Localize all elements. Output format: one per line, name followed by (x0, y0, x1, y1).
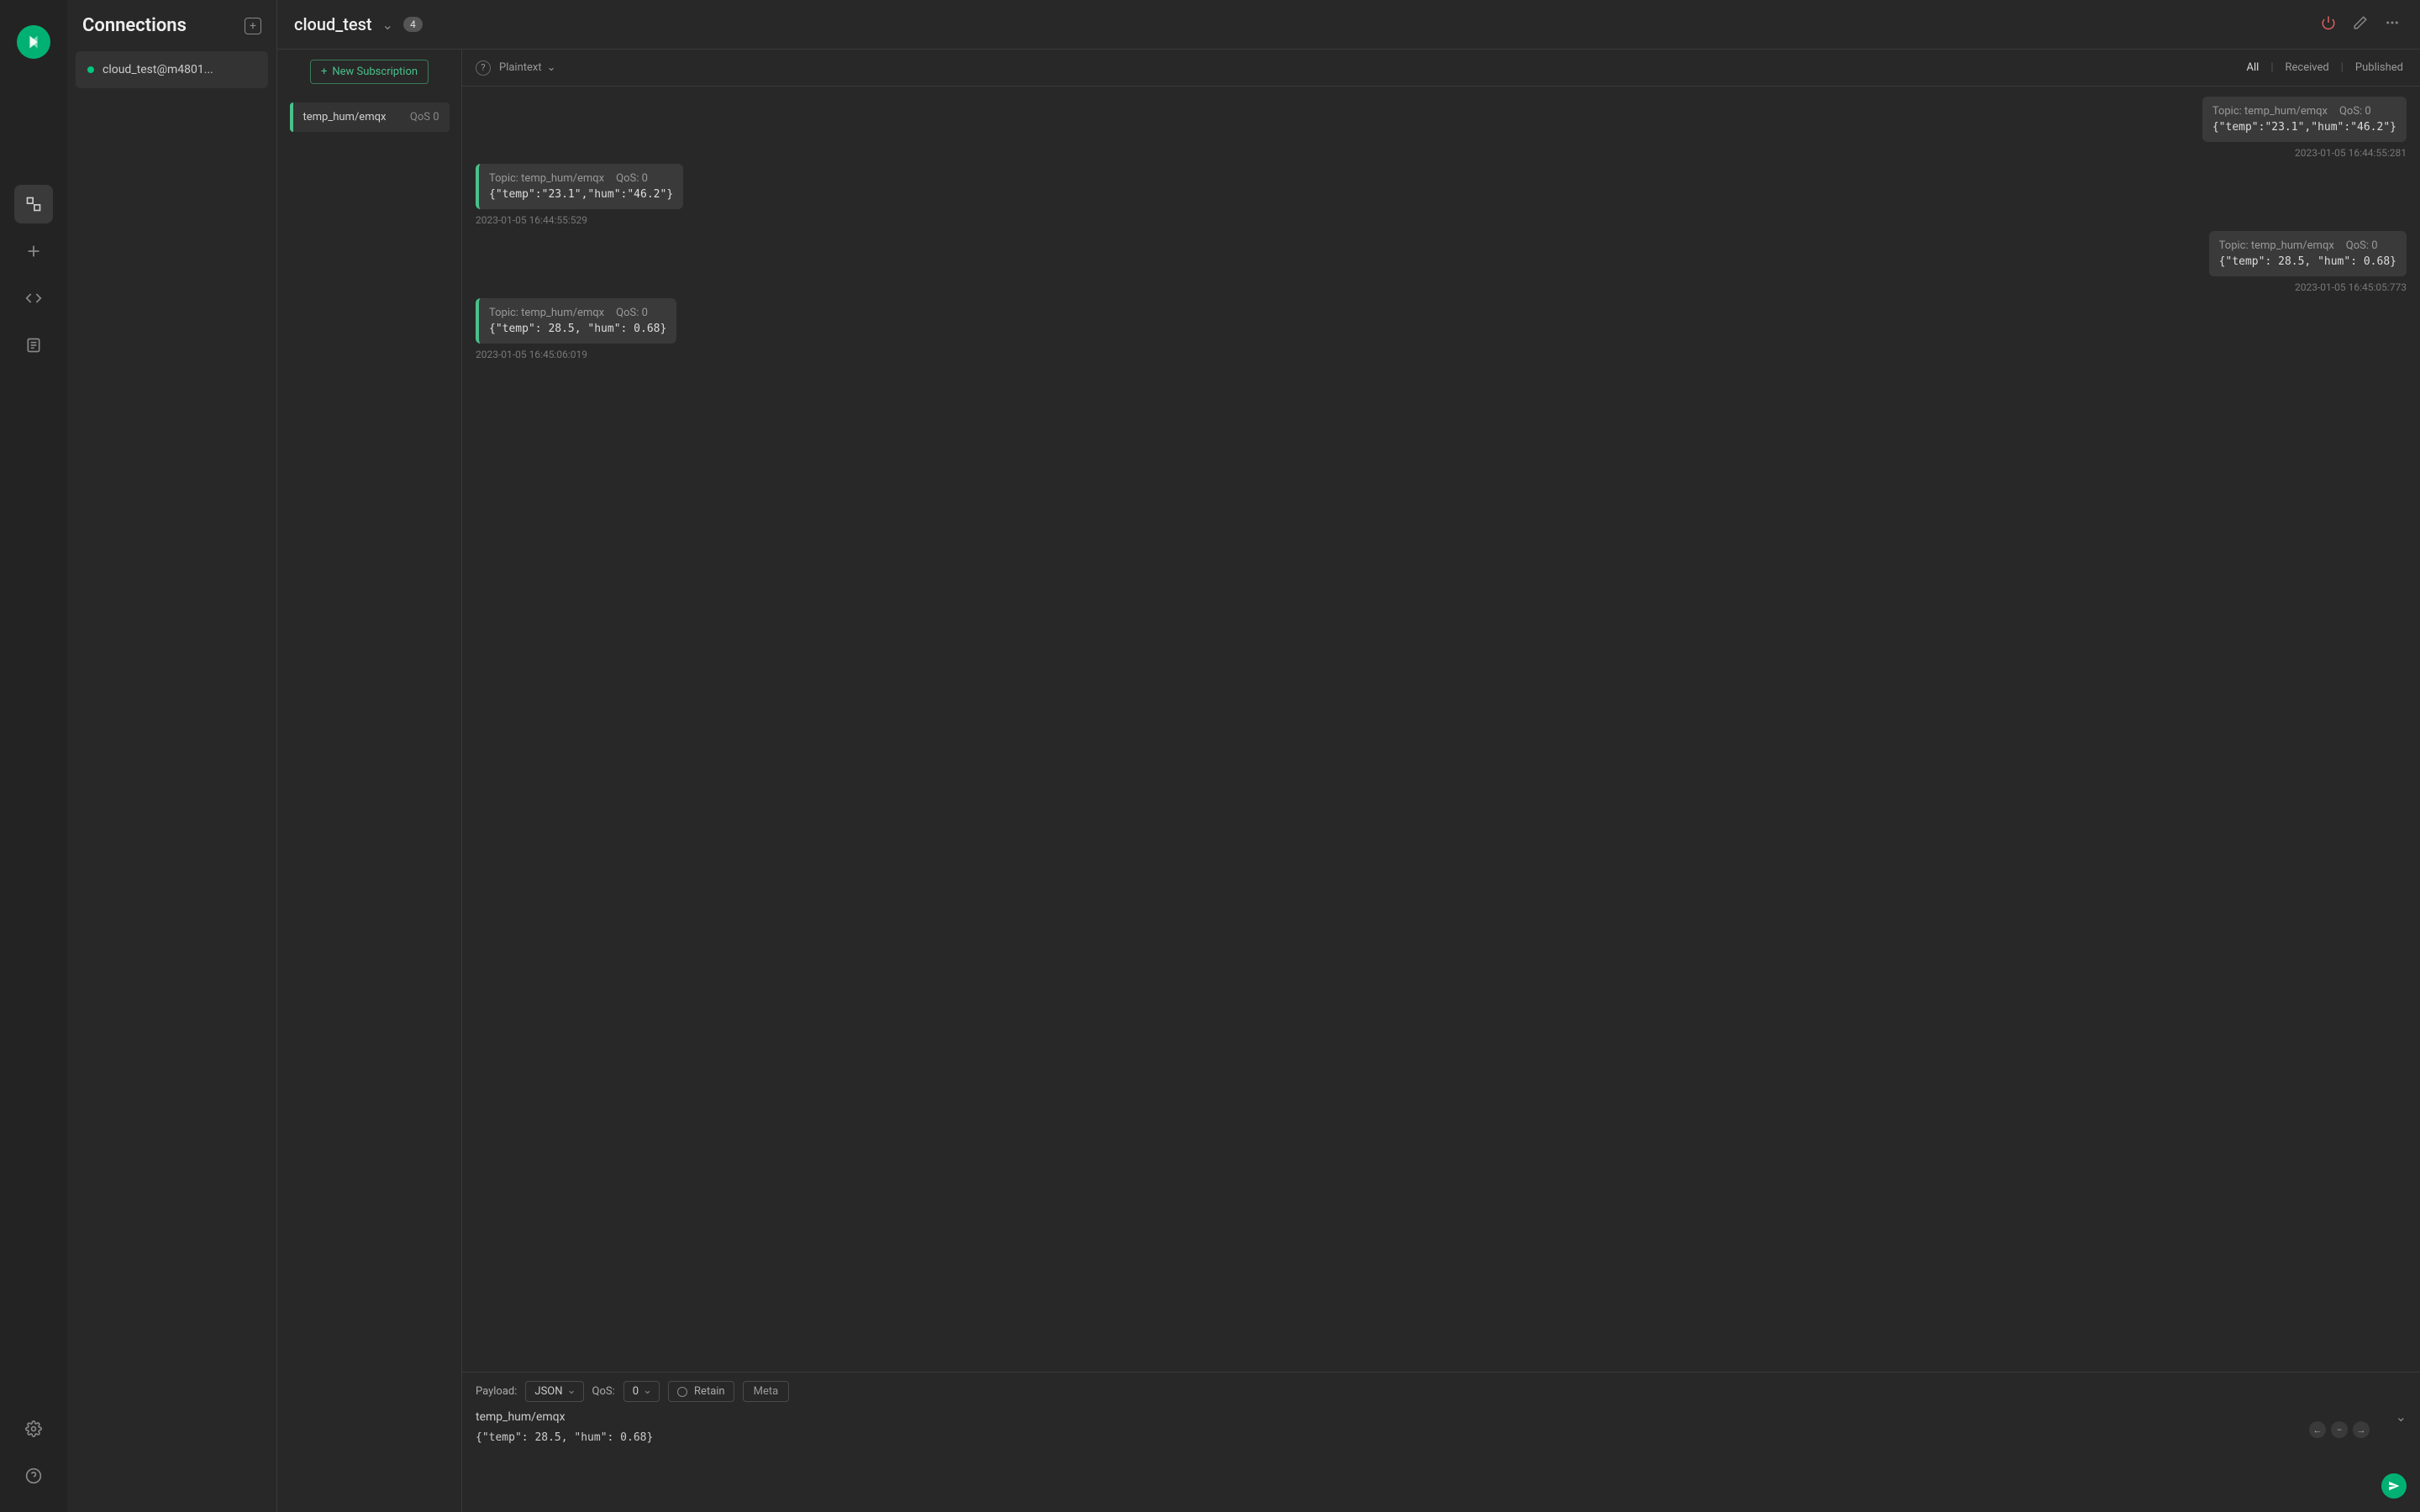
message-timestamp: 2023-01-05 16:45:06:019 (476, 349, 676, 360)
send-button[interactable] (2381, 1473, 2407, 1499)
qos-label: QoS: (592, 1385, 615, 1398)
retain-label: Retain (694, 1385, 725, 1398)
message-payload: {"temp":"23.1","hum":"46.2"} (2212, 121, 2396, 134)
nav-rail (0, 0, 67, 1512)
connection-name: cloud_test@m4801... (103, 63, 213, 76)
new-subscription-button[interactable]: + New Subscription (310, 60, 429, 84)
payload-label: Payload: (476, 1385, 517, 1398)
title-chevron-icon[interactable]: ⌄ (382, 17, 393, 33)
chevron-down-icon: ⌄ (547, 61, 556, 74)
subscription-qos: QoS 0 (410, 111, 439, 123)
history-clear-icon[interactable]: − (2331, 1421, 2348, 1438)
message-qos: QoS: 0 (2339, 105, 2371, 118)
message-payload: {"temp": 28.5, "hum": 0.68} (2219, 255, 2396, 268)
meta-button[interactable]: Meta (743, 1381, 790, 1402)
new-subscription-label: New Subscription (332, 66, 418, 78)
add-connection-button[interactable]: + (245, 18, 261, 34)
more-icon[interactable] (2381, 12, 2403, 37)
message-recv: Topic: temp_hum/emqx QoS: 0 {"temp":"23.1"… (476, 164, 683, 226)
tab-received[interactable]: Received (2282, 61, 2333, 74)
message-qos: QoS: 0 (616, 172, 648, 185)
history-prev-icon[interactable]: ← (2309, 1421, 2326, 1438)
message-topic: Topic: temp_hum/emqx (489, 307, 604, 319)
status-dot-icon (87, 66, 94, 73)
subscriptions-panel: + New Subscription temp_hum/emqx QoS 0 (277, 49, 462, 1512)
topic-input[interactable] (476, 1410, 2396, 1424)
message-count-badge: 4 (403, 17, 423, 32)
nav-settings-icon[interactable] (14, 1410, 53, 1448)
message-qos: QoS: 0 (2346, 239, 2378, 252)
page-title: cloud_test (294, 14, 372, 34)
app-logo (17, 25, 50, 59)
message-topic: Topic: temp_hum/emqx (2212, 105, 2328, 118)
edit-icon[interactable] (2349, 12, 2371, 37)
message-pane: ? Plaintext ⌄ All | Received | Published… (462, 49, 2420, 1512)
history-next-icon[interactable]: → (2353, 1421, 2370, 1438)
toggle-icon (677, 1387, 687, 1397)
message-recv: Topic: temp_hum/emqx QoS: 0 {"temp": 28.5,… (476, 298, 676, 360)
message-payload: {"temp":"23.1","hum":"46.2"} (489, 188, 673, 201)
nav-scripts-icon[interactable] (14, 279, 53, 318)
connections-title: Connections (82, 15, 187, 36)
nav-connections-icon[interactable] (14, 185, 53, 223)
message-sent: Topic: temp_hum/emqx QoS: 0 {"temp":"23.1"… (2202, 97, 2407, 159)
nav-new-icon[interactable] (14, 232, 53, 270)
message-timestamp: 2023-01-05 16:44:55:281 (2295, 147, 2407, 159)
message-timestamp: 2023-01-05 16:44:55:529 (476, 214, 683, 226)
composer: Payload: JSON QoS: 0 Retain Meta ⌄ ← (462, 1372, 2420, 1512)
payload-input[interactable] (476, 1431, 2407, 1499)
message-topic: Topic: temp_hum/emqx (2219, 239, 2334, 252)
tab-all[interactable]: All (2244, 61, 2263, 74)
connection-item[interactable]: cloud_test@m4801... (76, 51, 268, 88)
format-label: Plaintext (499, 61, 542, 74)
message-list[interactable]: Topic: temp_hum/emqx QoS: 0 {"temp":"23.1"… (462, 87, 2420, 1372)
message-topic: Topic: temp_hum/emqx (489, 172, 604, 185)
message-sent: Topic: temp_hum/emqx QoS: 0 {"temp": 28.5,… (2209, 231, 2407, 293)
qos-select[interactable]: 0 (623, 1381, 660, 1402)
topbar: cloud_test ⌄ 4 (277, 0, 2420, 49)
subscription-item[interactable]: temp_hum/emqx QoS 0 (290, 102, 450, 132)
payload-format-select[interactable]: JSON (525, 1381, 583, 1402)
nav-help-icon[interactable] (14, 1457, 53, 1495)
message-toolbar: ? Plaintext ⌄ All | Received | Published (462, 50, 2420, 87)
tab-published[interactable]: Published (2352, 61, 2407, 74)
message-timestamp: 2023-01-05 16:45:05:773 (2295, 281, 2407, 293)
retain-toggle[interactable]: Retain (668, 1381, 734, 1402)
plus-icon: + (321, 66, 327, 78)
connections-panel: Connections + cloud_test@m4801... (67, 0, 277, 1512)
subscription-topic: temp_hum/emqx (303, 111, 387, 123)
nav-log-icon[interactable] (14, 326, 53, 365)
main-area: cloud_test ⌄ 4 + New Subscription temp_h… (277, 0, 2420, 1512)
collapse-icon[interactable]: ⌄ (2396, 1409, 2407, 1425)
disconnect-icon[interactable] (2317, 12, 2339, 37)
message-payload: {"temp": 28.5, "hum": 0.68} (489, 323, 666, 335)
format-select[interactable]: Plaintext ⌄ (499, 61, 556, 74)
help-icon[interactable]: ? (476, 60, 491, 76)
message-qos: QoS: 0 (616, 307, 648, 319)
